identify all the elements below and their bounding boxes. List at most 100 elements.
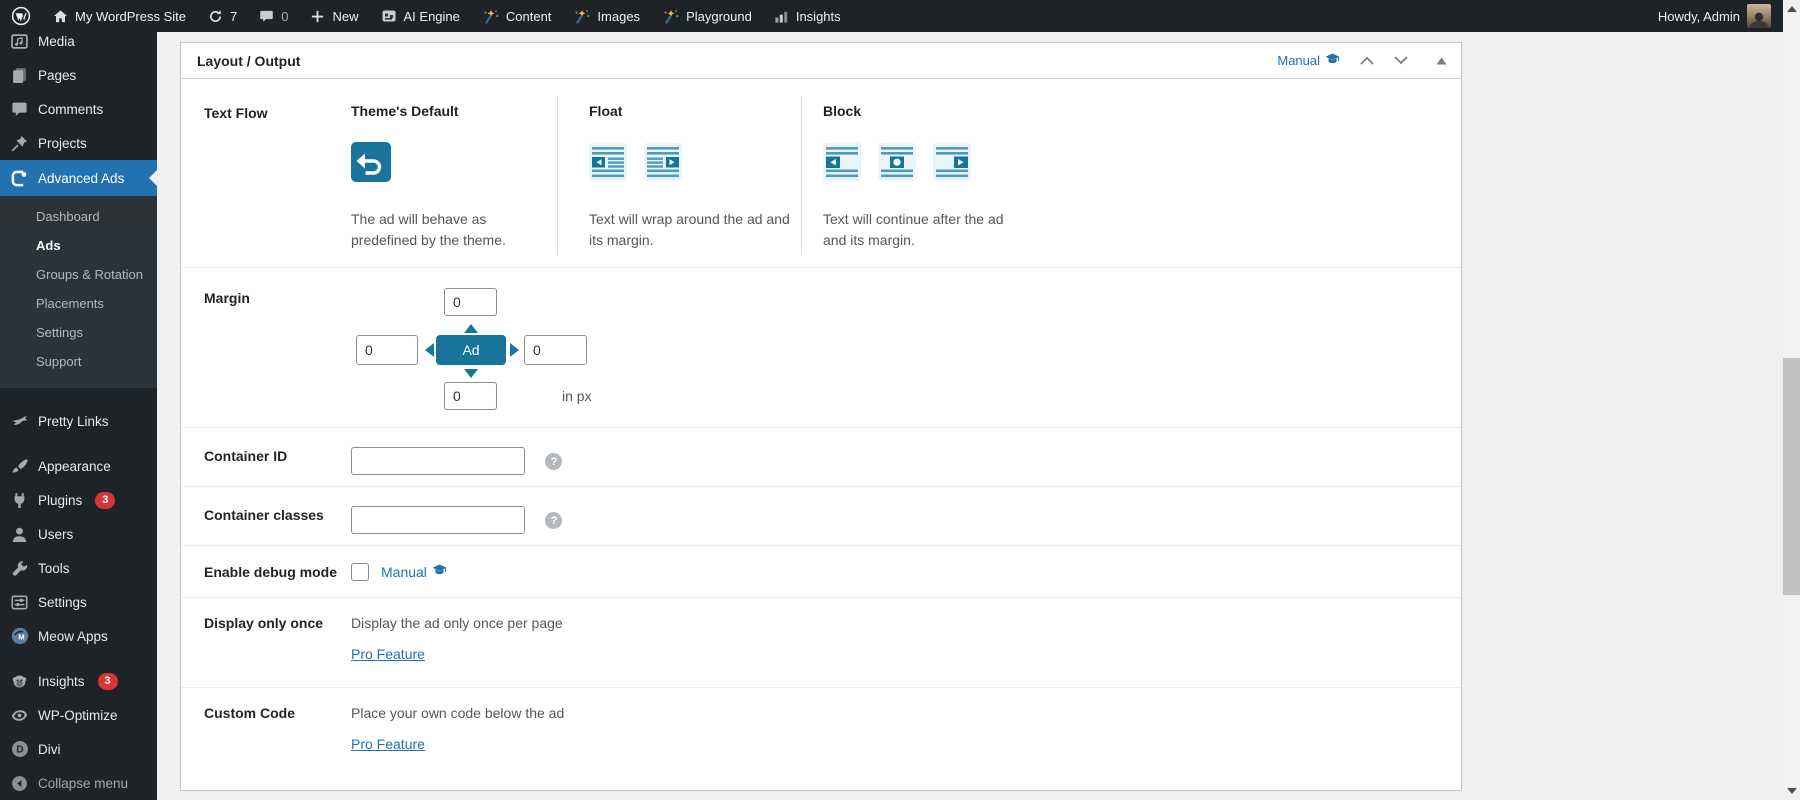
submenu-item-dashboard[interactable]: Dashboard: [0, 202, 157, 231]
new-content-menu[interactable]: New: [299, 0, 369, 32]
collapse-arrow-icon: [10, 774, 29, 793]
text-flow-label: Text Flow: [181, 79, 351, 267]
container-classes-label: Container classes: [181, 487, 351, 545]
sidebar-item-plugins[interactable]: Plugins 3: [0, 483, 157, 517]
home-icon: [53, 9, 68, 24]
option-description: The ad will behave as predefined by the …: [351, 209, 526, 251]
sidebar-item-tools[interactable]: Tools: [0, 551, 157, 585]
svg-text:M: M: [18, 633, 24, 642]
content-label: Content: [506, 9, 552, 24]
playground-label: Playground: [686, 9, 752, 24]
debug-mode-row: Enable debug mode Manual: [181, 546, 1461, 598]
text-flow-option-block: Block Text will conti: [801, 79, 1013, 267]
margin-top-input[interactable]: [444, 288, 497, 316]
text-flow-option-float: Float Text will wrap around the ad and i…: [557, 79, 801, 267]
playground-menu[interactable]: Playground: [651, 0, 763, 32]
container-classes-input[interactable]: [351, 506, 525, 534]
bar-chart-icon: [774, 9, 789, 24]
collapse-menu-button[interactable]: Collapse menu: [0, 766, 157, 800]
sidebar-item-settings[interactable]: Settings: [0, 585, 157, 619]
comments-icon: [10, 100, 29, 119]
collapse-panel-button[interactable]: [1436, 55, 1447, 67]
account-menu[interactable]: Howdy, Admin: [1647, 0, 1775, 32]
float-right-icon[interactable]: [644, 143, 682, 186]
sidebar-item-pages[interactable]: Pages: [0, 58, 157, 92]
scrollbar-thumb[interactable]: [1783, 358, 1800, 595]
wordpress-logo-menu[interactable]: [0, 0, 42, 32]
sidebar-item-label: Insights: [38, 674, 85, 689]
submenu-item-groups-rotation[interactable]: Groups & Rotation: [0, 260, 157, 289]
magic-wand-icon: [573, 8, 590, 25]
ai-engine-label: AI Engine: [404, 9, 460, 24]
sidebar-item-pretty-links[interactable]: Pretty Links: [0, 404, 157, 438]
submenu-item-placements[interactable]: Placements: [0, 289, 157, 318]
images-menu[interactable]: Images: [562, 0, 651, 32]
site-name-menu[interactable]: My WordPress Site: [42, 0, 197, 32]
sidebar-item-appearance[interactable]: Appearance: [0, 449, 157, 483]
sidebar-item-users[interactable]: Users: [0, 517, 157, 551]
container-id-input[interactable]: [351, 447, 525, 475]
updates-menu[interactable]: 7: [197, 0, 248, 32]
sidebar-item-label: Pages: [38, 68, 76, 83]
sidebar-item-advanced-ads[interactable]: Advanced Ads: [0, 160, 157, 196]
meow-apps-icon: M: [10, 627, 29, 646]
custom-code-pro-feature-link[interactable]: Pro Feature: [351, 736, 425, 752]
float-left-icon[interactable]: [589, 143, 627, 186]
new-label: New: [332, 9, 358, 24]
page-scrollbar[interactable]: [1783, 0, 1800, 800]
debug-mode-checkbox[interactable]: [351, 563, 369, 581]
text-flow-row: Text Flow Theme's Default The ad will be…: [181, 79, 1461, 268]
main-content: Layout / Output Manual: [157, 32, 1783, 800]
debug-mode-label: Enable debug mode: [181, 546, 351, 597]
content-menu[interactable]: Content: [471, 0, 563, 32]
sidebar-item-insights[interactable]: Insights 3: [0, 664, 157, 698]
scrollbar-down-arrow[interactable]: [1787, 788, 1797, 794]
manual-link[interactable]: Manual: [1277, 53, 1340, 69]
margin-right-input[interactable]: [524, 335, 587, 365]
sidebar-item-divi[interactable]: D Divi: [0, 732, 157, 766]
graduation-cap-icon: [432, 564, 447, 580]
magic-wand-icon: [482, 8, 499, 25]
help-icon[interactable]: ?: [545, 512, 562, 529]
block-center-icon[interactable]: [878, 143, 916, 186]
sidebar-item-label: Appearance: [38, 459, 111, 474]
submenu-item-ads[interactable]: Ads: [0, 231, 157, 260]
comment-count: 0: [281, 9, 288, 24]
ai-engine-menu[interactable]: AI Engine: [370, 0, 471, 32]
scrollbar-up-arrow[interactable]: [1787, 6, 1797, 12]
theme-default-icon[interactable]: [351, 142, 391, 187]
move-down-button[interactable]: [1394, 55, 1408, 67]
submenu-item-settings[interactable]: Settings: [0, 318, 157, 347]
insights-menu[interactable]: Insights: [763, 0, 852, 32]
sidebar-item-meow-apps[interactable]: M Meow Apps: [0, 619, 157, 653]
container-classes-row: Container classes ?: [181, 487, 1461, 546]
margin-bottom-input[interactable]: [444, 382, 497, 410]
sidebar-item-projects[interactable]: Projects: [0, 126, 157, 160]
submenu-item-support[interactable]: Support: [0, 347, 157, 376]
debug-manual-link[interactable]: Manual: [381, 564, 447, 580]
sidebar-item-label: Users: [38, 527, 73, 542]
display-once-pro-feature-link[interactable]: Pro Feature: [351, 646, 425, 662]
sidebar-item-label: Advanced Ads: [38, 171, 124, 186]
plugin-icon: [10, 491, 29, 510]
advanced-ads-icon: [10, 169, 29, 188]
margin-label: Margin: [181, 268, 351, 427]
block-right-icon[interactable]: [933, 143, 971, 186]
media-icon: [10, 32, 29, 51]
custom-code-label: Custom Code: [181, 688, 351, 790]
block-left-icon[interactable]: [823, 143, 861, 186]
pages-icon: [10, 66, 29, 85]
sidebar-item-comments[interactable]: Comments: [0, 92, 157, 126]
help-icon[interactable]: ?: [545, 453, 562, 470]
gorilla-icon: [10, 672, 29, 691]
custom-code-row: Custom Code Place your own code below th…: [181, 688, 1461, 790]
comments-menu[interactable]: 0: [248, 0, 299, 32]
sidebar-item-wp-optimize[interactable]: WP-Optimize: [0, 698, 157, 732]
margin-left-input[interactable]: [356, 335, 418, 365]
column-divider: [557, 96, 558, 255]
sidebar-item-media[interactable]: Media: [0, 32, 157, 58]
panel-title: Layout / Output: [197, 53, 300, 69]
paintbrush-icon: [10, 457, 29, 476]
arrow-left-icon: [425, 343, 434, 357]
move-up-button[interactable]: [1360, 55, 1374, 67]
